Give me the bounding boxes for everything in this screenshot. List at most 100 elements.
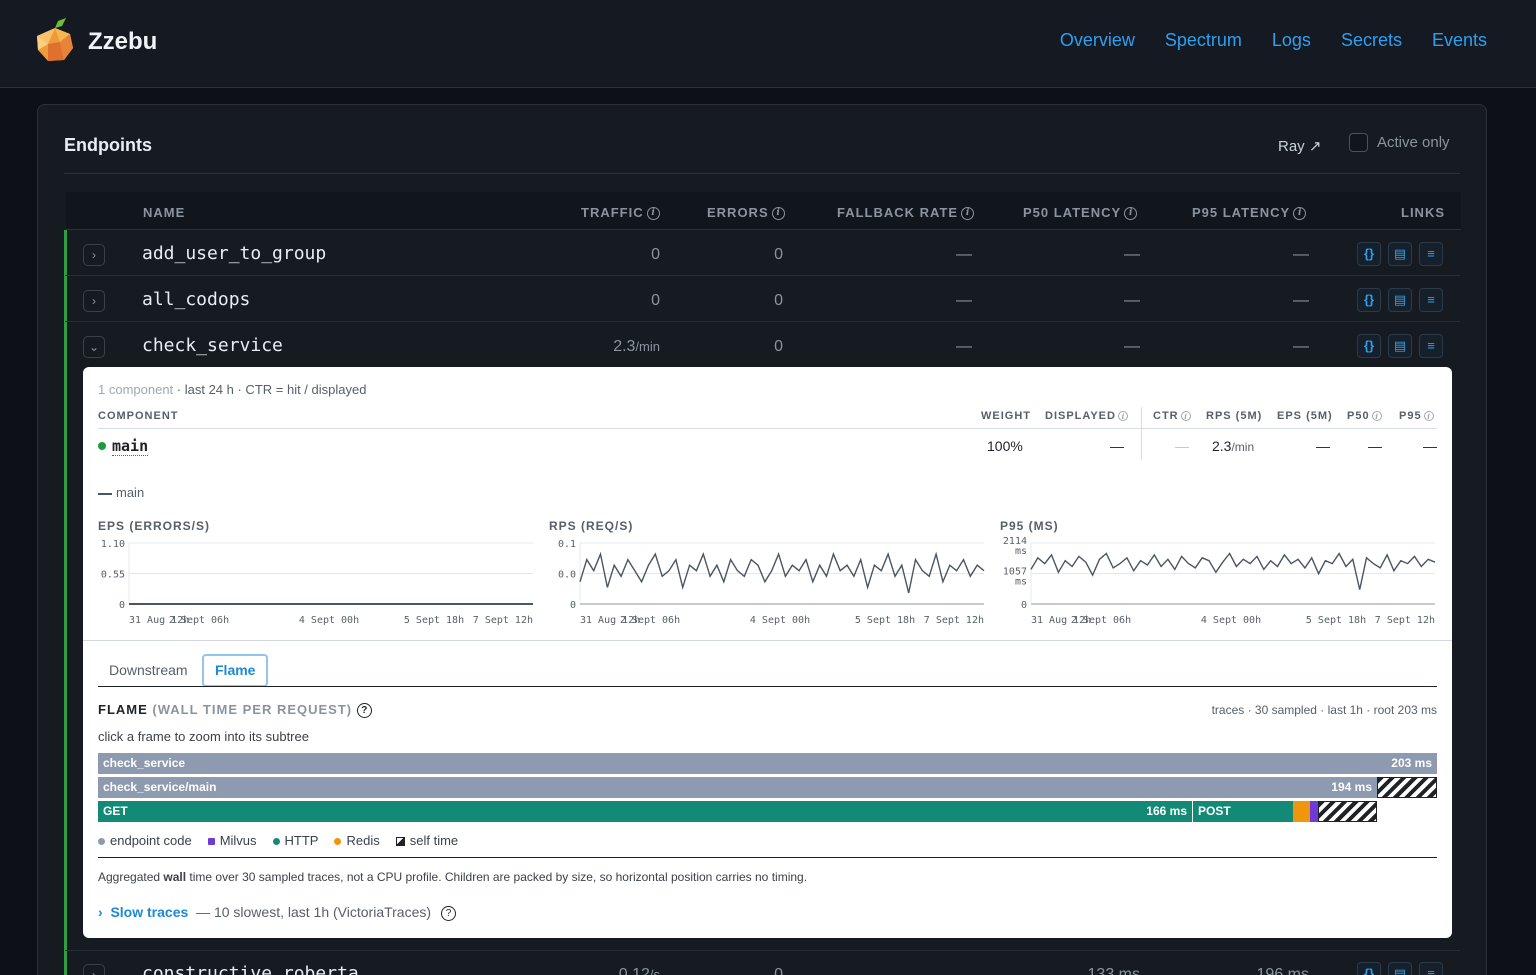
table-row[interactable]: › add_user_to_group 0 0 — — — {} ▤ ≡: [65, 231, 1460, 276]
table-row[interactable]: › constructive_roberta 0.12/s 0 133 ms 1…: [65, 950, 1460, 975]
info-icon[interactable]: i: [1124, 207, 1138, 221]
table-row[interactable]: ⌄ check_service 2.3/min 0 — — — {} ▤ ≡: [65, 323, 1460, 368]
flame-frame-main[interactable]: check_service/main 194 ms: [98, 777, 1377, 798]
json-link-icon[interactable]: {}: [1357, 288, 1381, 312]
brand-name[interactable]: Zzebu: [88, 28, 157, 56]
col-p95: P95 i: [1399, 410, 1434, 422]
dot-icon: [98, 838, 105, 846]
eps-chart[interactable]: 1.100.55031 Aug 12h2 Sept 06h 4 Sept 00h 5…: [95, 537, 535, 627]
info-icon[interactable]: i: [646, 207, 660, 221]
table-link-icon[interactable]: ▤: [1388, 242, 1412, 266]
y-tick-label: 1.10: [101, 539, 125, 550]
flame-meta: traces · 30 sampled · last 1h · root 203…: [1211, 703, 1437, 717]
logs-link-icon[interactable]: ≡: [1419, 288, 1443, 312]
collapse-chevron-icon[interactable]: ⌄: [83, 336, 105, 358]
col-displayed: DISPLAYED i: [1045, 410, 1128, 422]
info-icon[interactable]: i: [1180, 411, 1191, 422]
x-tick-label: 5 Sept 18h: [1306, 615, 1366, 626]
x-tick-label: 7 Sept 12h: [924, 615, 984, 626]
json-link-icon[interactable]: {}: [1357, 242, 1381, 266]
legend-swatch: [98, 492, 112, 495]
peach-logo-icon[interactable]: [36, 18, 74, 62]
col-traffic[interactable]: TRAFFIC i: [581, 205, 660, 221]
p50-value: —: [1124, 246, 1140, 263]
displayed-value: —: [1110, 438, 1124, 454]
flame-frame-milvus[interactable]: [1310, 801, 1318, 822]
tab-downstream[interactable]: Downstream: [98, 654, 199, 687]
panel-title: Endpoints: [64, 135, 152, 155]
endpoint-name[interactable]: all_codops: [142, 289, 250, 310]
col-fallback[interactable]: FALLBACK RATE i: [837, 205, 975, 221]
nav-spectrum[interactable]: Spectrum: [1165, 30, 1242, 51]
info-icon[interactable]: i: [771, 207, 785, 221]
weight-value: 100%: [987, 438, 1023, 454]
endpoint-name[interactable]: constructive_roberta: [142, 963, 359, 975]
col-name[interactable]: NAME: [143, 205, 185, 220]
col-links: LINKS: [1401, 205, 1445, 220]
legend-endpoint-code: endpoint code: [98, 833, 192, 848]
col-errors[interactable]: ERRORS i: [707, 205, 785, 221]
fallback-value: —: [956, 246, 972, 263]
logs-link-icon[interactable]: ≡: [1419, 962, 1443, 975]
errors-value: 0: [774, 292, 783, 309]
active-only-checkbox[interactable]: [1349, 133, 1368, 152]
chart-title-eps: EPS (ERRORS/S): [98, 519, 211, 533]
active-only-label[interactable]: Active only: [1377, 134, 1450, 151]
nav-secrets[interactable]: Secrets: [1341, 30, 1402, 51]
series-line-main[interactable]: [1030, 552, 1436, 590]
expand-chevron-icon[interactable]: ›: [83, 244, 105, 266]
flame-frame-redis[interactable]: [1293, 801, 1310, 822]
col-p50[interactable]: P50 LATENCY i: [1023, 205, 1138, 221]
dot-icon: [272, 838, 280, 846]
expand-chevron-icon[interactable]: ›: [83, 290, 105, 312]
flame-frame-post[interactable]: POST: [1192, 801, 1293, 822]
y-tick-label: 0.55: [101, 570, 125, 581]
flame-frame-root[interactable]: check_service 203 ms: [98, 753, 1437, 774]
endpoint-name[interactable]: add_user_to_group: [142, 243, 326, 264]
nav-events[interactable]: Events: [1432, 30, 1487, 51]
help-icon[interactable]: ?: [441, 905, 457, 921]
slow-traces-link[interactable]: Slow traces: [110, 904, 188, 920]
table-row[interactable]: › all_codops 0 0 — — — {} ▤ ≡: [65, 277, 1460, 322]
table-link-icon[interactable]: ▤: [1388, 962, 1412, 975]
table-link-icon[interactable]: ▤: [1388, 334, 1412, 358]
x-tick-label: 4 Sept 00h: [299, 615, 359, 626]
col-weight: WEIGHT: [981, 410, 1031, 422]
json-link-icon[interactable]: {}: [1357, 962, 1381, 975]
expand-chevron-icon[interactable]: ›: [83, 964, 105, 975]
info-icon[interactable]: i: [1371, 411, 1382, 422]
p95-chart[interactable]: 2114 ms1057 ms031 Aug 12h2 Sept 06h 4 Sept …: [997, 537, 1437, 627]
col-p95[interactable]: P95 LATENCY i: [1192, 205, 1307, 221]
endpoint-name[interactable]: check_service: [142, 335, 283, 356]
tab-flame[interactable]: Flame: [202, 654, 269, 687]
info-icon[interactable]: i: [1423, 411, 1434, 422]
info-icon[interactable]: i: [1293, 207, 1307, 221]
ray-link[interactable]: Ray ↗: [1278, 137, 1321, 155]
component-name[interactable]: main: [112, 437, 149, 456]
flame-frame-get[interactable]: GET 166 ms: [98, 801, 1192, 822]
slow-traces-toggle[interactable]: › Slow traces — 10 slowest, last 1h (Vic…: [98, 904, 457, 921]
p50-value: —: [1124, 338, 1140, 355]
nav-logs[interactable]: Logs: [1272, 30, 1311, 51]
json-link-icon[interactable]: {}: [1357, 334, 1381, 358]
info-icon[interactable]: i: [961, 207, 975, 221]
x-tick-label: 5 Sept 18h: [855, 615, 915, 626]
chevron-right-icon[interactable]: ›: [98, 904, 103, 920]
col-eps: EPS (5M): [1277, 410, 1333, 422]
nav-overview[interactable]: Overview: [1060, 30, 1135, 51]
flame-self-time[interactable]: [1377, 777, 1437, 798]
status-dot-icon: [98, 442, 106, 450]
flame-self-time[interactable]: [1318, 801, 1377, 822]
logs-link-icon[interactable]: ≡: [1419, 334, 1443, 358]
fallback-value: —: [956, 338, 972, 355]
info-icon[interactable]: i: [1117, 411, 1128, 422]
rps-chart[interactable]: 0.10.0031 Aug 12h2 Sept 06h 4 Sept 00h 5 S…: [546, 537, 986, 627]
chart-legend: main: [98, 485, 144, 500]
dot-icon: [207, 838, 215, 846]
help-icon[interactable]: ?: [356, 703, 372, 719]
y-tick-label: 0: [570, 600, 576, 611]
chart-title-rps: RPS (REQ/S): [549, 519, 634, 533]
logs-link-icon[interactable]: ≡: [1419, 242, 1443, 266]
divider: [98, 428, 1437, 429]
table-link-icon[interactable]: ▤: [1388, 288, 1412, 312]
